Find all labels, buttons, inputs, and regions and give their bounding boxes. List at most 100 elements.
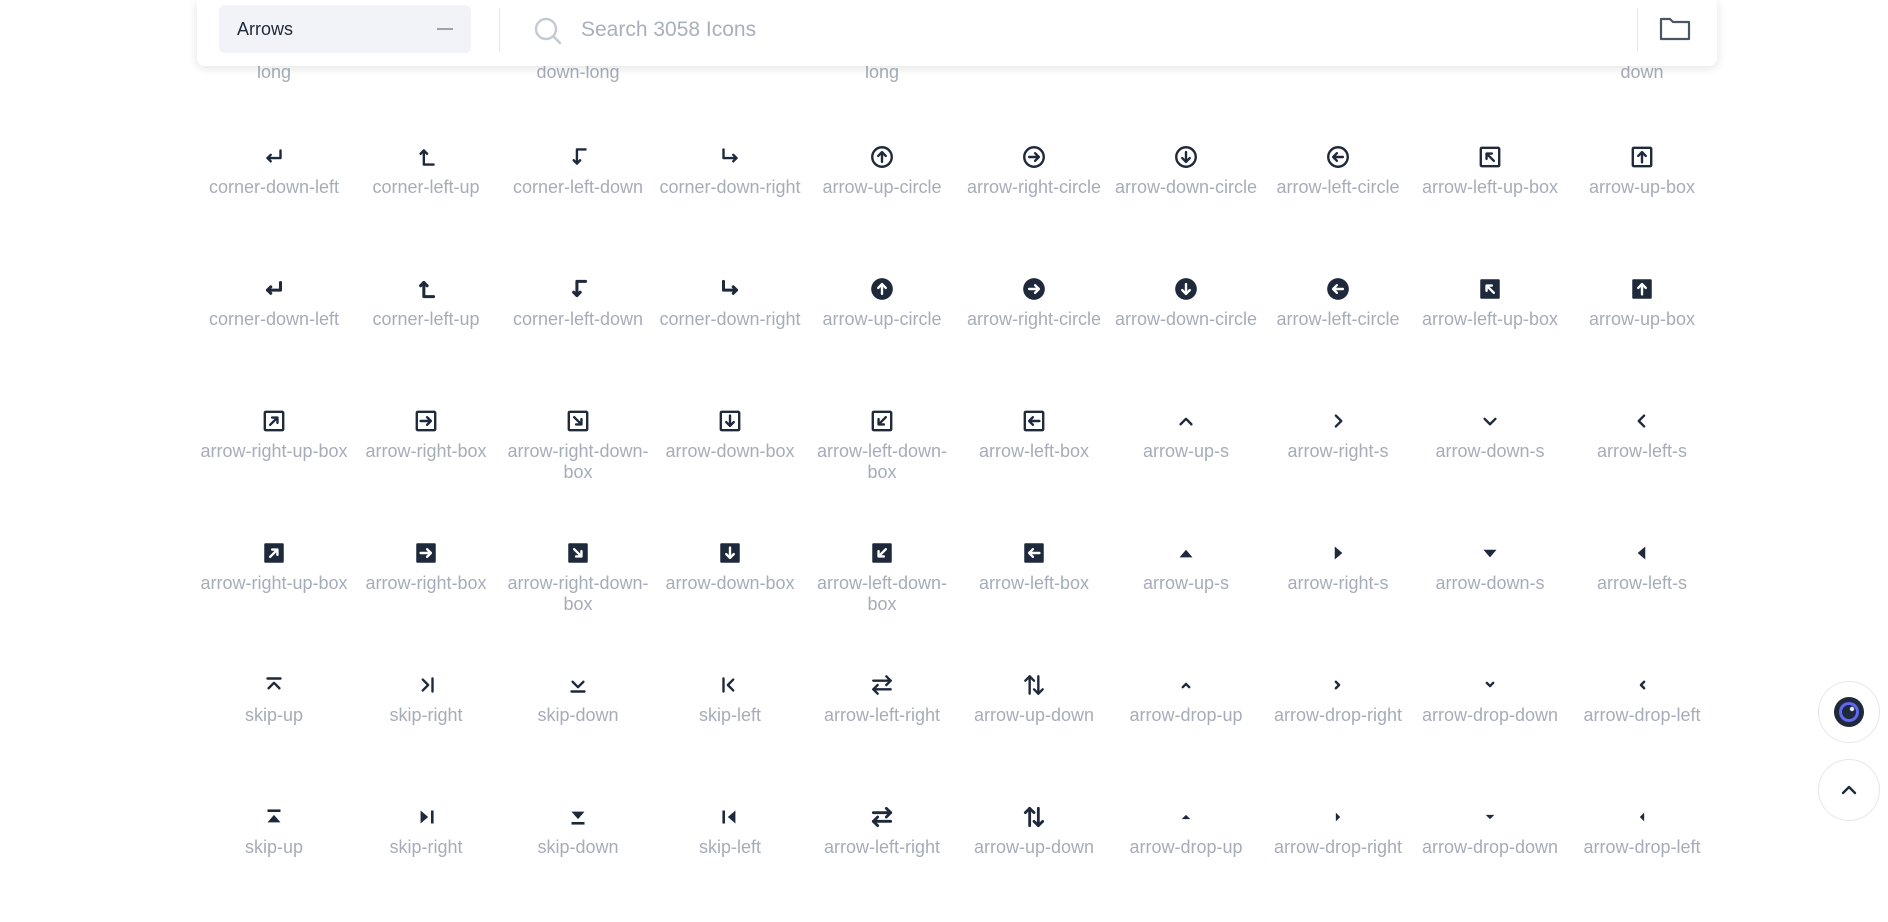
icon-tile[interactable]: arrow-right-s [1264, 396, 1412, 526]
icon-tile[interactable]: arrow-drop-up [1112, 660, 1260, 790]
arrow-left-circle-icon [1325, 144, 1351, 170]
icon-tile[interactable]: corner-down-left [200, 132, 348, 262]
scroll-top-button[interactable] [1818, 759, 1880, 821]
skip-up-icon [261, 672, 287, 698]
icon-tile[interactable]: arrow-down-s [1416, 396, 1564, 526]
icon-tile[interactable]: arrow-left-box [960, 396, 1108, 526]
icon-tile[interactable]: arrow-right-up-box [200, 528, 348, 658]
icon-tile[interactable]: corner-left-up [352, 264, 500, 394]
icon-row: corner-down-left corner-left-up corner-lef… [200, 132, 1720, 262]
icon-tile[interactable]: arrow-up-box [1568, 264, 1716, 394]
icon-tile[interactable]: arrow-up-circle [808, 264, 956, 394]
icon-tile[interactable]: arrow-down-circle [1112, 264, 1260, 394]
icon-label: arrow-up-s [1142, 573, 1230, 593]
icon-tile[interactable]: corner-left-down [504, 264, 652, 394]
icon-label: arrow-left-up-box [1421, 309, 1559, 329]
icon-tile[interactable]: arrow-left-right [808, 660, 956, 790]
icon-tile[interactable]: arrow-drop-up [1112, 792, 1260, 922]
icon-tile[interactable]: arrow-up-down [960, 792, 1108, 922]
icon-tile[interactable]: arrow-right-box [352, 528, 500, 658]
icon-tile[interactable]: corner-left-down [504, 132, 652, 262]
arrow-down-s-icon [1477, 540, 1503, 566]
arrow-right-down-box-icon [565, 540, 591, 566]
icon-tile[interactable]: skip-up [200, 660, 348, 790]
icon-label: arrow-down-circle [1114, 177, 1258, 197]
icon-tile[interactable]: skip-down [504, 792, 652, 922]
arrow-up-circle-icon [869, 144, 895, 170]
icon-label: corner-down-right [659, 177, 801, 197]
icon-tile[interactable]: corner-down-right [656, 132, 804, 262]
icon-tile[interactable]: skip-right [352, 660, 500, 790]
icon-tile[interactable]: arrow-drop-right [1264, 792, 1412, 922]
skip-left-icon [717, 804, 743, 830]
icon-tile[interactable]: arrow-drop-left [1568, 792, 1716, 922]
icon-label: arrow-down-s [1435, 441, 1545, 461]
arrow-down-circle-icon [1173, 276, 1199, 302]
icon-tile[interactable]: arrow-up-box [1568, 132, 1716, 262]
icon-tile[interactable]: skip-right [352, 792, 500, 922]
icon-label: arrow-right-up-box [200, 441, 348, 461]
icon-label: arrow-down-box [665, 573, 795, 593]
search-input[interactable] [579, 9, 1803, 51]
icon-tile[interactable]: arrow-right-s [1264, 528, 1412, 658]
icon-tile[interactable]: arrow-left-box [960, 528, 1108, 658]
icon-tile[interactable]: arrow-left-circle [1264, 264, 1412, 394]
icon-tile[interactable]: arrow-drop-down [1416, 792, 1564, 922]
category-select[interactable]: Arrows [219, 5, 471, 53]
icon-row: arrow-right-up-box arrow-right-box arrow-r… [200, 396, 1720, 526]
icon-tile[interactable]: arrow-right-down-box [504, 396, 652, 526]
icon-tile[interactable]: arrow-drop-right [1264, 660, 1412, 790]
icon-label: corner-left-down [512, 177, 644, 197]
icon-label: arrow-drop-up [1129, 837, 1243, 857]
icon-tile[interactable]: arrow-down-box [656, 528, 804, 658]
icon-tile[interactable]: arrow-up-s [1112, 528, 1260, 658]
icon-row: skip-up skip-right skip-down skip-left arrow… [200, 660, 1720, 790]
arrow-drop-right-icon [1325, 804, 1351, 830]
icon-tile[interactable]: skip-left [656, 792, 804, 922]
icon-tile[interactable]: arrow-left-s [1568, 528, 1716, 658]
icon-label: arrow-right-down-box [507, 441, 649, 482]
divider [1637, 8, 1638, 52]
icon-tile[interactable]: arrow-left-down-box [808, 528, 956, 658]
corner-left-down-icon [565, 276, 591, 302]
icon-tile[interactable]: corner-left-up [352, 132, 500, 262]
icon-label: arrow-left-down-box [816, 573, 948, 614]
folder-icon[interactable] [1657, 12, 1693, 46]
icon-tile[interactable]: arrow-right-circle [960, 132, 1108, 262]
icon-label: corner-left-down [512, 309, 644, 329]
icon-tile[interactable]: corner-down-right [656, 264, 804, 394]
icon-tile[interactable]: skip-up [200, 792, 348, 922]
icon-tile[interactable]: corner-down-left [200, 264, 348, 394]
icon-tile[interactable]: arrow-left-circle [1264, 132, 1412, 262]
icon-tile[interactable]: arrow-left-up-box [1416, 132, 1564, 262]
icon-label: arrow-drop-down [1421, 705, 1559, 725]
icon-tile[interactable]: arrow-down-box [656, 396, 804, 526]
icon-tile[interactable]: arrow-up-s [1112, 396, 1260, 526]
icon-tile[interactable]: arrow-right-down-box [504, 528, 652, 658]
arrow-right-circle-icon [1021, 276, 1047, 302]
icon-tile[interactable]: arrow-left-right [808, 792, 956, 922]
assistant-button[interactable] [1818, 681, 1880, 743]
icon-tile[interactable]: arrow-drop-left [1568, 660, 1716, 790]
icon-label: arrow-up-circle [822, 177, 942, 197]
icon-tile[interactable]: arrow-up-circle [808, 132, 956, 262]
arrow-right-s-icon [1325, 408, 1351, 434]
icon-label: arrow-up-box [1588, 309, 1696, 329]
icon-tile[interactable]: arrow-up-down [960, 660, 1108, 790]
icon-tile[interactable]: arrow-left-up-box [1416, 264, 1564, 394]
arrow-up-box-icon [1629, 276, 1655, 302]
icon-tile[interactable]: skip-left [656, 660, 804, 790]
icon-tile[interactable]: arrow-drop-down [1416, 660, 1564, 790]
icon-tile[interactable]: arrow-right-circle [960, 264, 1108, 394]
icon-tile[interactable]: arrow-down-s [1416, 528, 1564, 658]
arrow-drop-left-icon [1629, 804, 1655, 830]
icon-tile[interactable]: skip-down [504, 660, 652, 790]
icon-tile[interactable]: arrow-down-circle [1112, 132, 1260, 262]
corner-left-up-icon [413, 276, 439, 302]
icon-tile[interactable]: arrow-left-down-box [808, 396, 956, 526]
icon-row: corner-down-left corner-left-up corner-lef… [200, 264, 1720, 394]
icon-tile[interactable]: arrow-right-box [352, 396, 500, 526]
collapse-dash-icon [437, 28, 453, 30]
icon-tile[interactable]: arrow-right-up-box [200, 396, 348, 526]
icon-tile[interactable]: arrow-left-s [1568, 396, 1716, 526]
